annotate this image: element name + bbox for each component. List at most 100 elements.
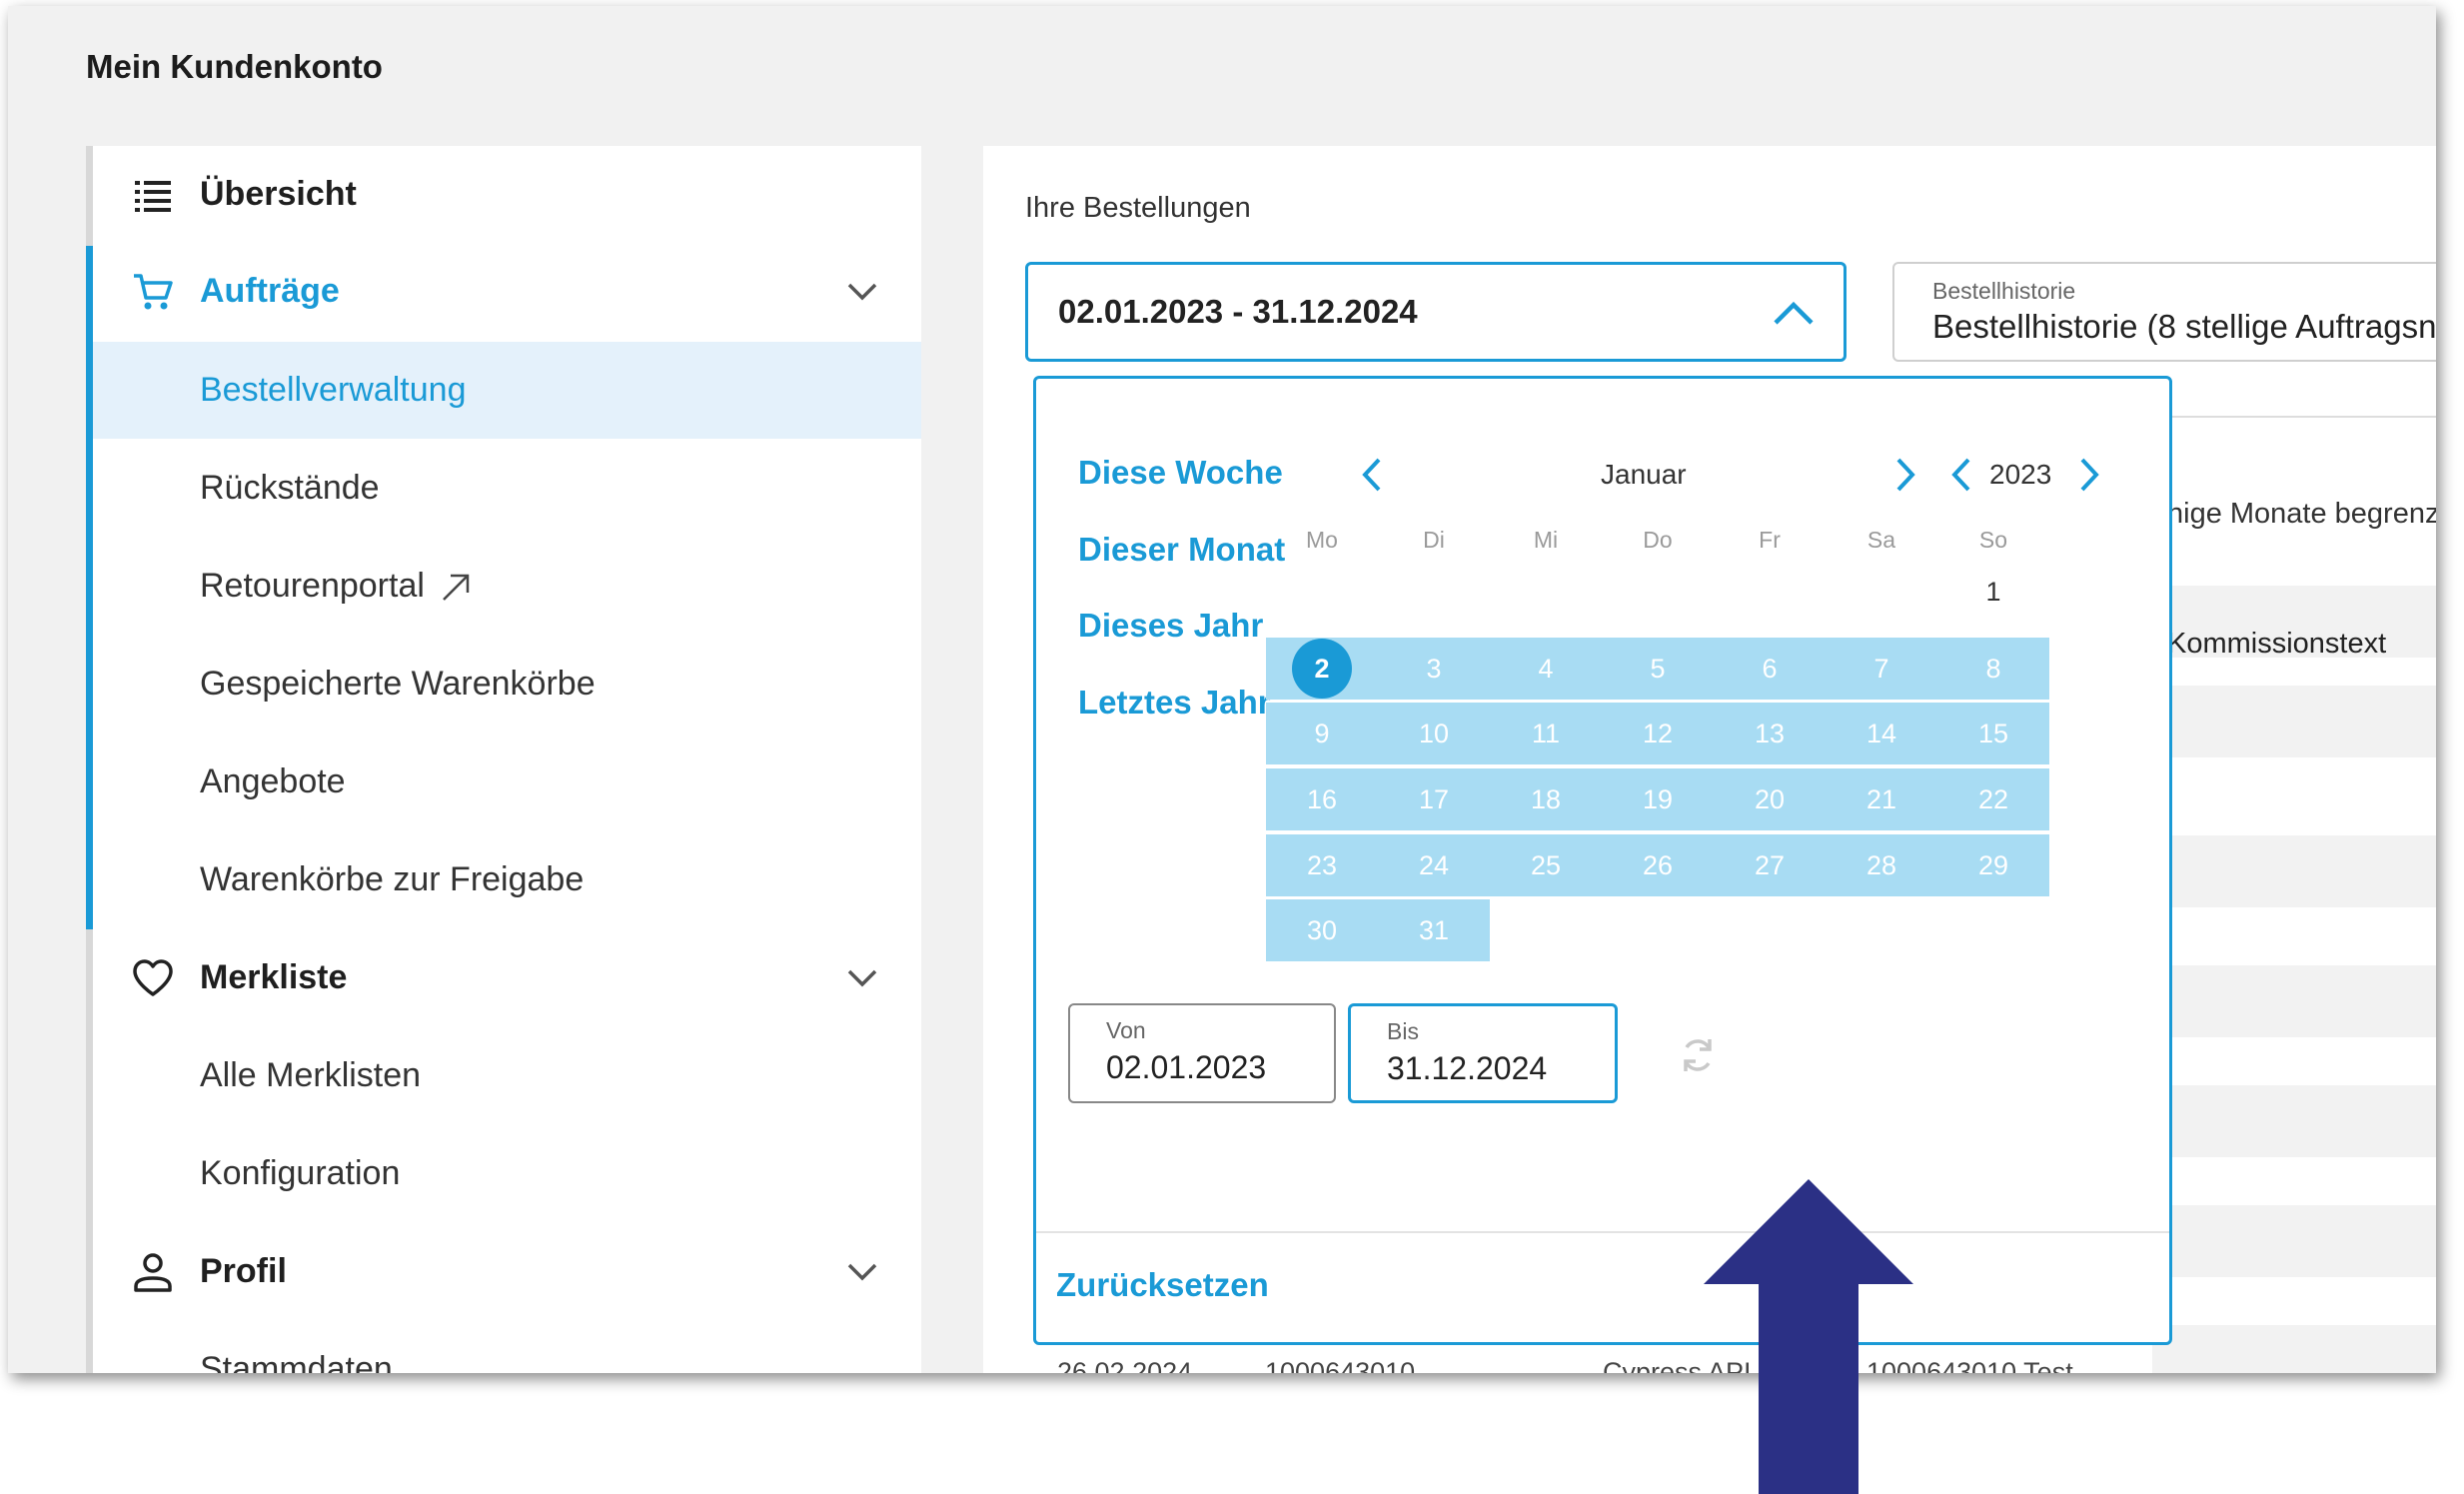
sidebar-item-konfiguration[interactable]: Konfiguration [93,1125,921,1222]
preset-this-month[interactable]: Dieser Monat [1078,531,1285,569]
sidebar-item-rueckstaende[interactable]: Rückstände [93,440,921,537]
calendar-day-in-range[interactable]: 28 [1826,834,1937,896]
from-date-field[interactable]: Von 02.01.2023 [1068,1003,1336,1103]
table-row [2152,1085,2436,1157]
calendar-day-in-range[interactable]: 27 [1714,834,1826,896]
to-date-field[interactable]: Bis 31.12.2024 [1348,1003,1618,1103]
table-row [2152,1205,2436,1277]
sidebar-item-warenkoerbe-freigabe[interactable]: Warenkörbe zur Freigabe [93,831,921,928]
sidebar-item-profil[interactable]: Profil [93,1223,921,1320]
sidebar-item-angebote[interactable]: Angebote [93,734,921,830]
weekday-label: Di [1423,527,1445,553]
calendar-day-in-range[interactable]: 21 [1826,768,1937,830]
sidebar-item-label: Retourenportal [200,567,473,606]
calendar-day-in-range[interactable]: 31 [1378,899,1490,961]
calendar-day-in-range[interactable]: 14 [1826,703,1937,764]
heart-icon [129,954,177,1002]
calendar-day-in-range[interactable]: 24 [1378,834,1490,896]
table-cell-date: 26.02.2024 [1057,1357,1193,1373]
chevron-down-icon[interactable] [842,1252,882,1292]
calendar-day-in-range[interactable]: 22 [1937,768,2049,830]
calendar-day-selected-start[interactable]: 2 [1266,638,1378,700]
sidebar-item-label: Bestellverwaltung [200,371,467,409]
history-label: Bestellhistorie [1932,278,2076,304]
calendar-day-in-range[interactable]: 23 [1266,834,1378,896]
external-link-icon [443,574,470,601]
column-header-kommissionstext: Kommissionstext [2167,628,2387,660]
table-row [2152,835,2436,907]
calendar-day-in-range[interactable]: 25 [1490,834,1602,896]
calendar-day[interactable]: 1 [1937,561,2049,623]
calendar-day-in-range[interactable]: 16 [1266,768,1378,830]
table-divider [2152,416,2436,418]
weekday-label: Mi [1533,527,1559,553]
sidebar-item-orders[interactable]: Aufträge [93,243,921,340]
retourenportal-label: Retourenportal [200,567,425,605]
table-row [2152,1325,2436,1373]
weekday-label: Mo [1306,527,1338,553]
calendar-day-in-range[interactable]: 5 [1602,638,1714,700]
calendar-day-in-range[interactable]: 17 [1378,768,1490,830]
preset-last-year[interactable]: Letztes Jahr [1078,684,1271,722]
next-year-icon[interactable] [2069,455,2109,495]
date-range-value: 02.01.2023 - 31.12.2024 [1058,293,1418,330]
reset-button[interactable]: Zurücksetzen [1056,1266,1269,1304]
calendar-day-in-range[interactable]: 30 [1266,899,1378,961]
calendar-day-in-range[interactable]: 20 [1714,768,1826,830]
list-icon [129,171,177,219]
calendar-day-in-range[interactable]: 12 [1602,703,1714,764]
sidebar-item-label: Konfiguration [200,1154,401,1192]
preset-this-week[interactable]: Diese Woche [1078,454,1283,492]
calendar-day-in-range[interactable]: 26 [1602,834,1714,896]
datepicker-dropdown: Diese Woche Dieser Monat Dieses Jahr Let… [1033,376,2172,1345]
calendar-day-in-range[interactable]: 18 [1490,768,1602,830]
sidebar-accent-active [86,246,93,929]
calendar-day-in-range[interactable]: 13 [1714,703,1826,764]
preset-this-year[interactable]: Dieses Jahr [1078,607,1263,645]
prev-year-icon[interactable] [1941,455,1981,495]
calendar-day-in-range[interactable]: 15 [1937,703,2049,764]
next-month-icon[interactable] [1885,455,1925,495]
refresh-icon[interactable] [1676,1033,1720,1077]
sidebar-item-stammdaten[interactable]: Stammdaten [93,1321,921,1373]
calendar-day-in-range[interactable]: 9 [1266,703,1378,764]
sidebar-item-gespeicherte-warenkoerbe[interactable]: Gespeicherte Warenkörbe [93,636,921,733]
sidebar-item-label: Aufträge [200,272,340,310]
sidebar-item-label: Angebote [200,762,346,800]
date-range-field[interactable]: 02.01.2023 - 31.12.2024 [1025,262,1847,362]
annotation-arrow-icon [1704,1179,1913,1494]
sidebar-item-bestellverwaltung[interactable]: Bestellverwaltung [93,342,921,439]
calendar-day-in-range[interactable]: 4 [1490,638,1602,700]
table-row [2152,686,2436,757]
chevron-up-icon[interactable] [1772,293,1816,333]
chevron-down-icon[interactable] [842,272,882,312]
dropdown-divider [1036,1231,2169,1233]
from-date-value: 02.01.2023 [1106,1049,1267,1085]
sidebar-item-label: Warenkörbe zur Freigabe [200,860,585,898]
table-row [2152,965,2436,1037]
sidebar-item-label: Übersicht [200,175,357,213]
calendar-day-in-range[interactable]: 11 [1490,703,1602,764]
calendar-day-in-range[interactable]: 10 [1378,703,1490,764]
sidebar-item-retourenportal[interactable]: Retourenportal [93,538,921,635]
sidebar-item-overview[interactable]: Übersicht [93,146,921,243]
history-select[interactable]: Bestellhistorie Bestellhistorie (8 stell… [1892,262,2436,362]
calendar-day-in-range[interactable]: 3 [1378,638,1490,700]
sidebar-item-label: Stammdaten [200,1350,393,1373]
prev-month-icon[interactable] [1352,455,1392,495]
sidebar-item-label: Gespeicherte Warenkörbe [200,665,596,703]
to-date-value: 31.12.2024 [1387,1050,1548,1086]
selected-day-marker: 2 [1292,639,1352,699]
chevron-down-icon[interactable] [842,958,882,998]
section-title: Ihre Bestellungen [1025,192,1251,224]
sidebar-item-merkliste[interactable]: Merkliste [93,929,921,1026]
sidebar-item-label: Alle Merklisten [200,1056,422,1094]
calendar-day-in-range[interactable]: 29 [1937,834,2049,896]
calendar-day-in-range[interactable]: 19 [1602,768,1714,830]
sidebar-item-label: Profil [200,1252,287,1290]
calendar-day-in-range[interactable]: 7 [1826,638,1937,700]
sidebar-item-alle-merklisten[interactable]: Alle Merklisten [93,1027,921,1124]
app-window: Mein Kundenkonto Übersicht Aufträge Best… [8,6,2436,1373]
calendar-day-in-range[interactable]: 8 [1937,638,2049,700]
calendar-day-in-range[interactable]: 6 [1714,638,1826,700]
